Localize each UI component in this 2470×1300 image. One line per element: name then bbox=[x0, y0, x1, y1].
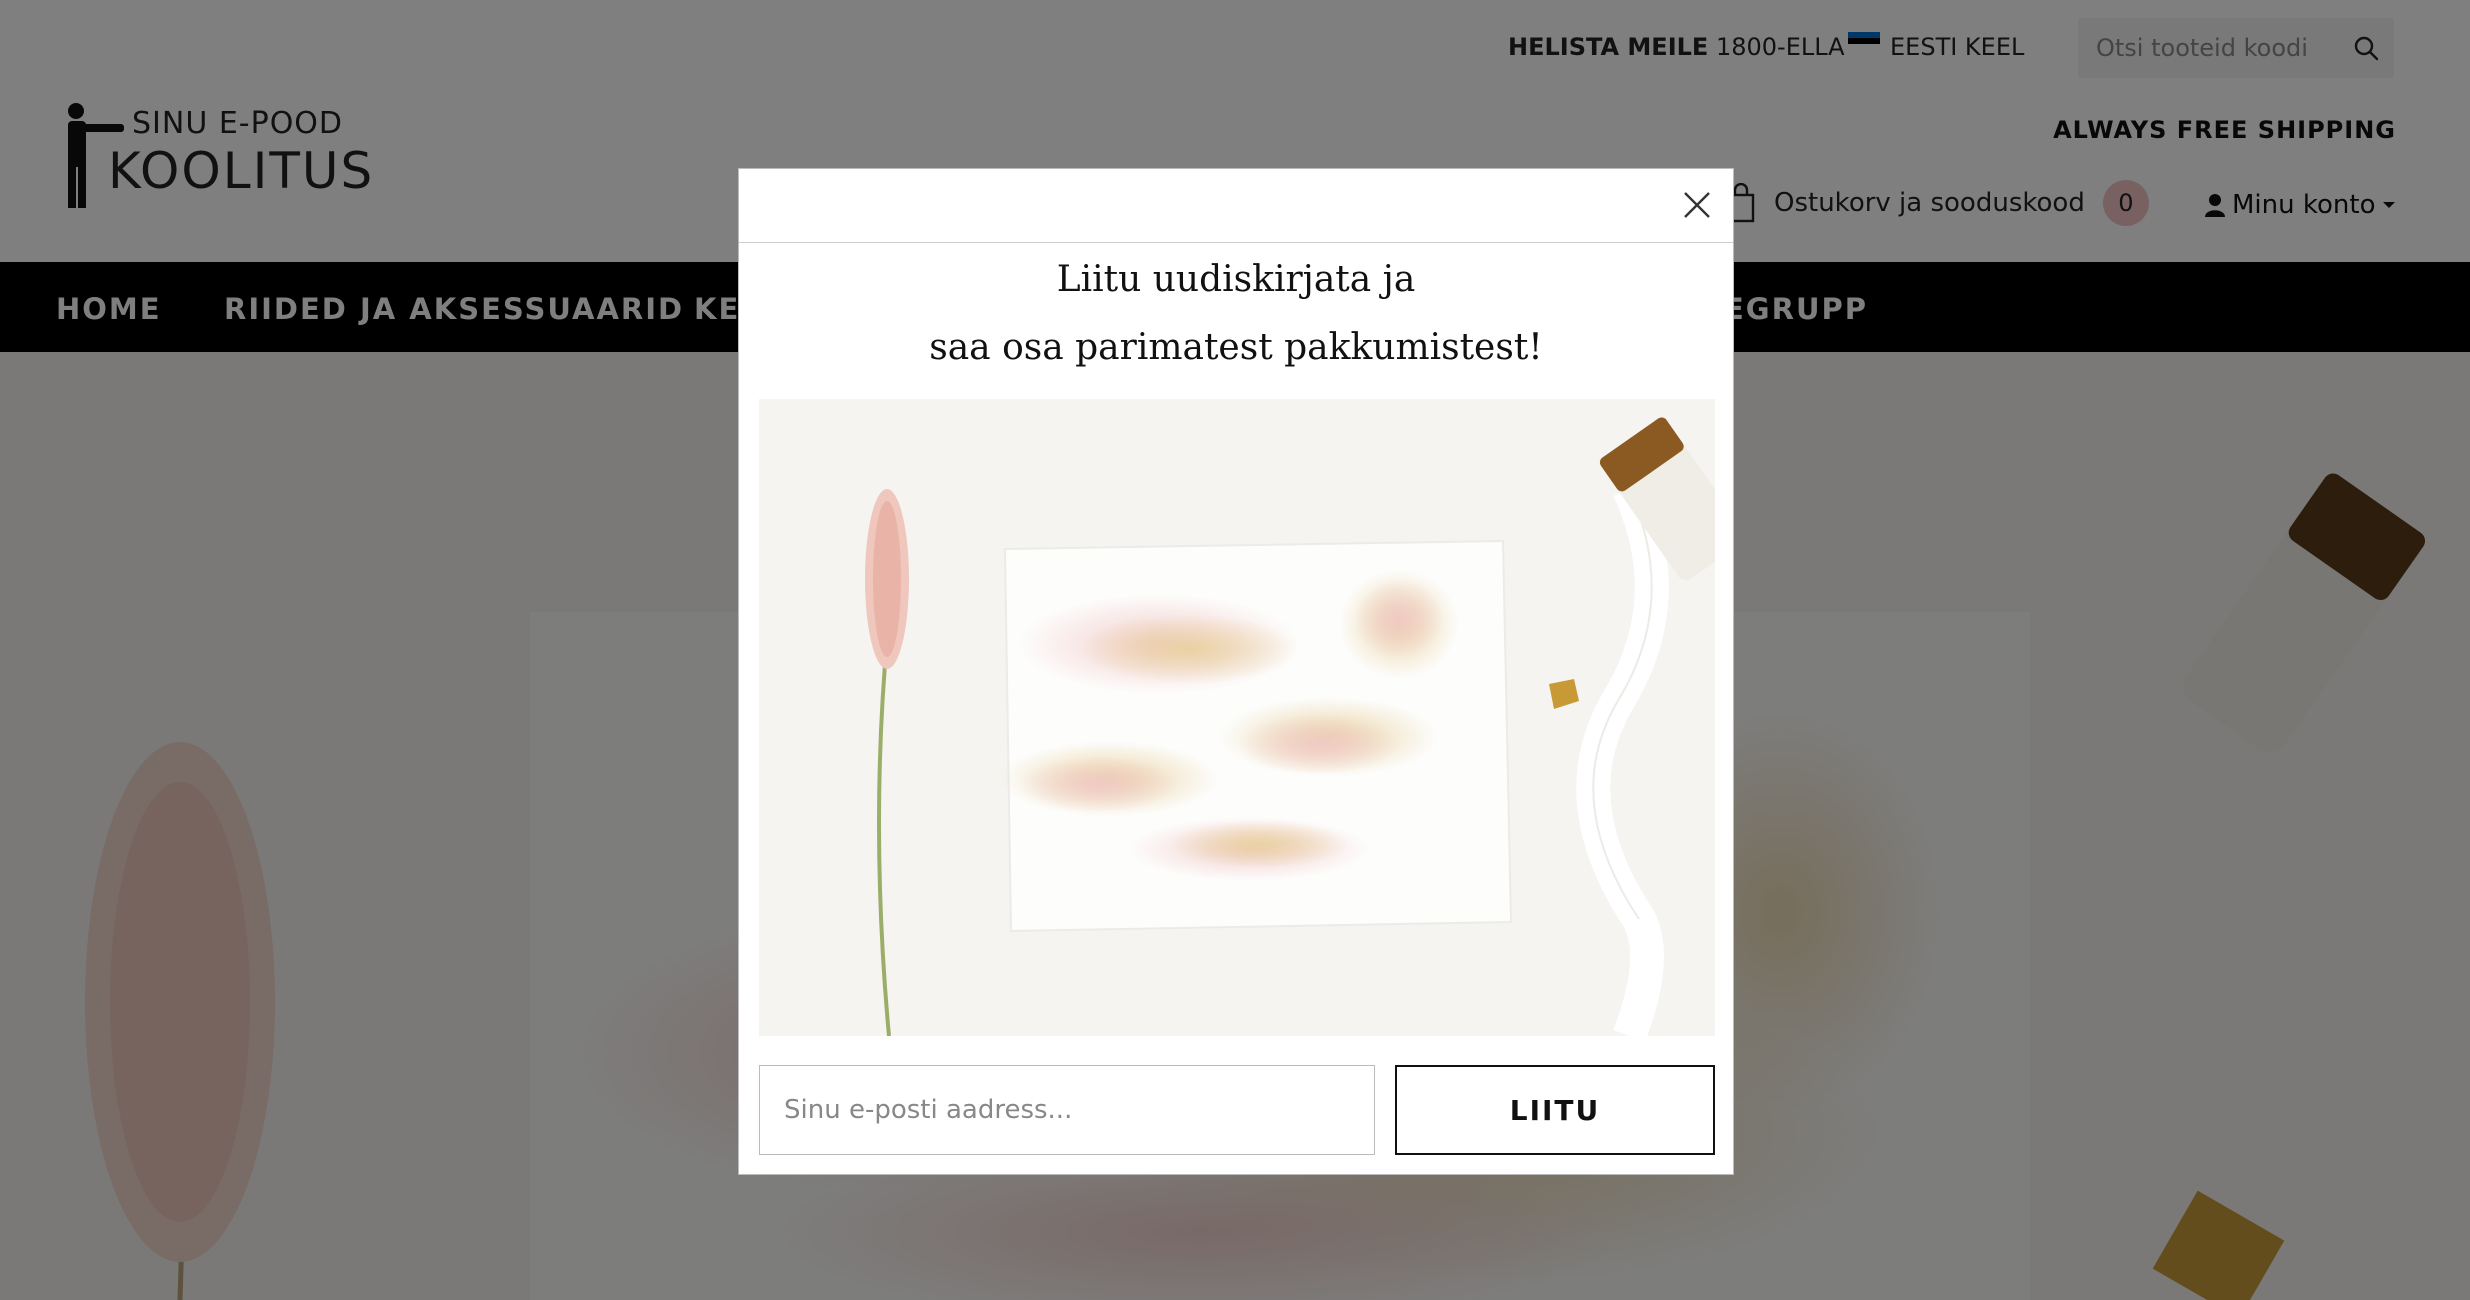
modal-title: Liitu uudiskirjata ja bbox=[1056, 259, 1416, 300]
newsletter-modal: Liitu uudiskirjata ja saa osa parimatest… bbox=[738, 168, 1734, 1175]
email-field[interactable] bbox=[759, 1065, 1375, 1155]
close-icon[interactable] bbox=[1681, 189, 1713, 221]
subscribe-button[interactable]: LIITU bbox=[1395, 1065, 1715, 1155]
modal-header bbox=[739, 169, 1733, 243]
watercolor-card-image bbox=[759, 399, 1715, 1036]
newsletter-image bbox=[759, 399, 1715, 1036]
modal-subtitle: saa osa parimatest pakkumistest! bbox=[929, 327, 1543, 368]
